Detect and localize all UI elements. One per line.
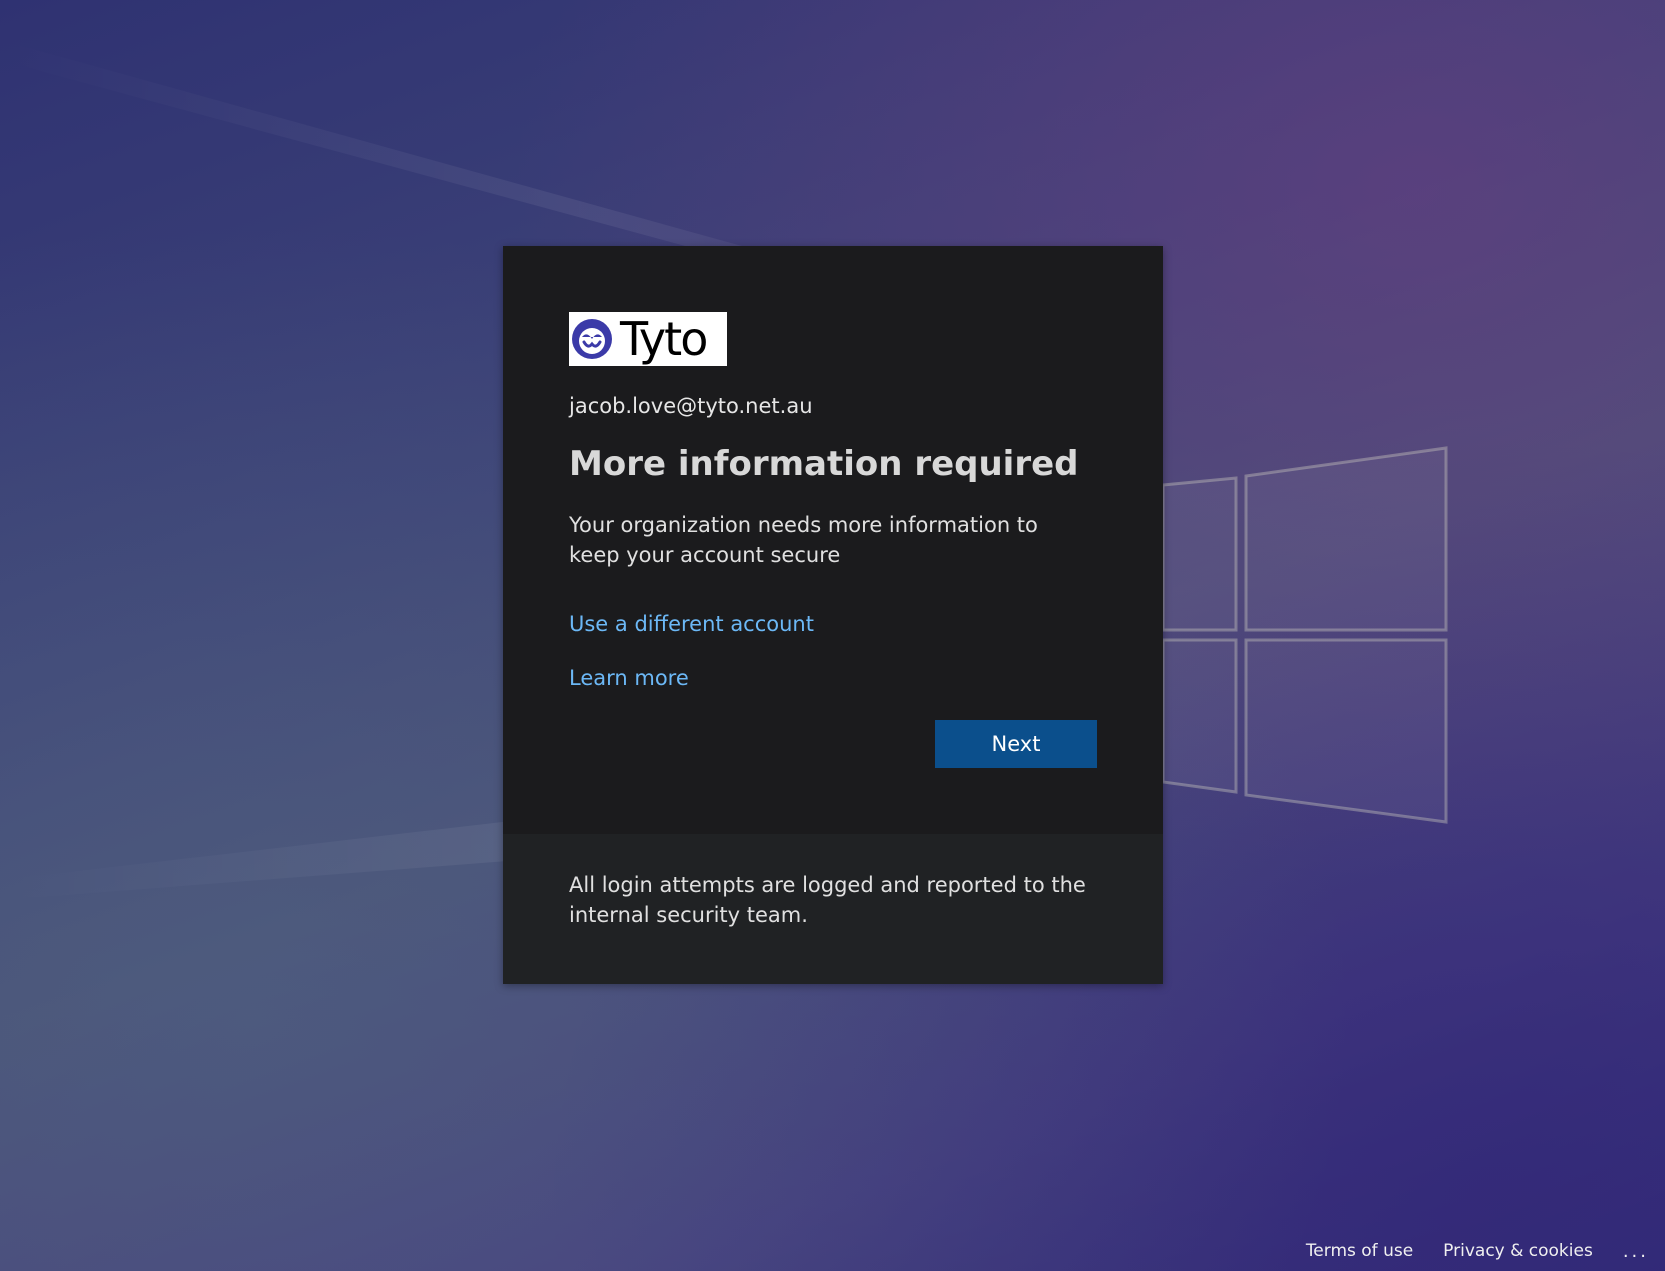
next-button[interactable]: Next: [935, 720, 1097, 768]
security-notice: All login attempts are logged and report…: [569, 873, 1086, 927]
terms-of-use-link[interactable]: Terms of use: [1306, 1241, 1413, 1261]
page-footer: Terms of use Privacy & cookies ...: [1306, 1231, 1665, 1271]
account-email: jacob.love@tyto.net.au: [569, 394, 813, 418]
page-title: More information required: [569, 444, 1079, 484]
owl-face-icon: [572, 319, 612, 359]
learn-more-link[interactable]: Learn more: [569, 666, 689, 690]
company-logo: Tyto: [569, 312, 727, 366]
more-options-button[interactable]: ...: [1623, 1241, 1649, 1262]
use-different-account-link[interactable]: Use a different account: [569, 612, 814, 636]
sign-in-card: Tyto jacob.love@tyto.net.au More informa…: [503, 246, 1163, 984]
privacy-cookies-link[interactable]: Privacy & cookies: [1443, 1241, 1593, 1261]
logo-wordmark: Tyto: [620, 312, 708, 366]
page-description: Your organization needs more information…: [569, 513, 1038, 567]
card-main-section: Tyto jacob.love@tyto.net.au More informa…: [503, 246, 1163, 834]
